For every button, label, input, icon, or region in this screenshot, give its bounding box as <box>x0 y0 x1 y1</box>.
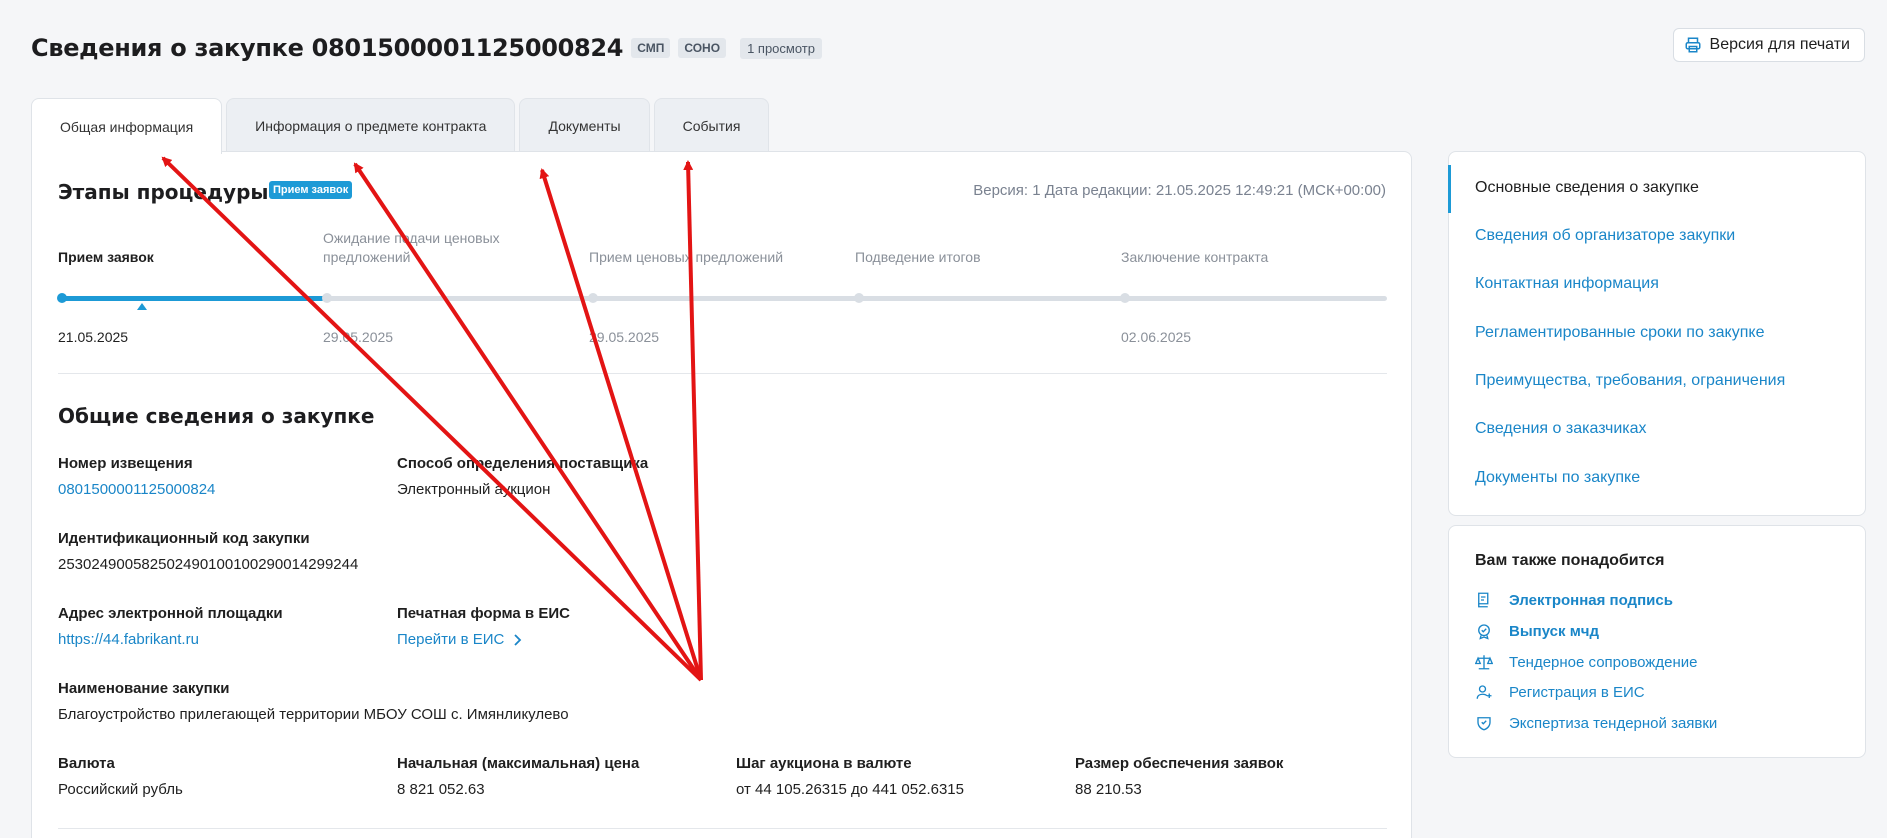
section-divider <box>58 373 1387 374</box>
stage-dot <box>57 293 67 303</box>
current-stage-pointer <box>137 303 147 310</box>
application-security-field: Размер обеспечения заявок 88 210.53 <box>1075 755 1283 798</box>
nav-item-documents[interactable]: Документы по закупке <box>1475 469 1640 487</box>
nav-item-contacts[interactable]: Контактная информация <box>1475 275 1659 293</box>
also-needed-title: Вам также понадобится <box>1475 552 1665 569</box>
current-stage-badge: Прием заявок <box>269 181 353 199</box>
stage-name: Прием ценовых предложений <box>589 249 784 265</box>
link-eis-registration[interactable]: Регистрация в ЕИС <box>1475 683 1645 701</box>
stage-name: Ожидание подачи ценовых предложений <box>323 230 500 265</box>
go-to-eis-label: Перейти в ЕИС <box>397 631 505 648</box>
stage-date: 02.06.2025 <box>1121 329 1192 345</box>
ikz-value: 253024900582502490100100290014299244 <box>58 556 359 573</box>
link-electronic-signature[interactable]: Электронная подпись <box>1475 591 1673 609</box>
nav-item-main-info[interactable]: Основные сведения о закупке <box>1475 179 1699 197</box>
stage-date: 21.05.2025 <box>58 329 129 345</box>
ikz-field: Идентификационный код закупки 2530249005… <box>58 530 358 573</box>
link-tender-support[interactable]: Тендерное сопровождение <box>1475 653 1697 671</box>
version-info: Версия: 1 Дата редакции: 21.05.2025 12:4… <box>973 182 1386 199</box>
tab-documents[interactable]: Документы <box>519 98 650 152</box>
shield-icon <box>1477 717 1491 731</box>
general-info-title: Общие сведения о закупке <box>58 404 375 428</box>
smp-badge: СМП <box>631 38 671 58</box>
auction-step-label: Шаг аукциона в валюте <box>736 755 912 772</box>
scales-icon <box>1475 655 1493 670</box>
procurement-method-value: Электронный аукцион <box>397 481 551 498</box>
badge-check-icon <box>1478 624 1490 640</box>
nav-item-deadlines[interactable]: Регламентированные сроки по закупке <box>1475 324 1764 342</box>
tab-bar: Общая информация Информация о предмете к… <box>31 98 770 154</box>
timeline-progress <box>58 296 324 301</box>
print-form-field: Печатная форма в ЕИС Перейти в ЕИС <box>397 605 570 648</box>
link-label: Тендерное сопровождение <box>1509 653 1698 671</box>
platform-address-label: Адрес электронной площадки <box>58 605 283 622</box>
procurement-name-label: Наименование закупки <box>58 680 230 697</box>
initial-price-field: Начальная (максимальная) цена 8 821 052.… <box>397 755 639 798</box>
nav-item-organizer[interactable]: Сведения об организаторе закупки <box>1475 227 1735 245</box>
main-content-card: Этапы процедуры Прием заявок Версия: 1 Д… <box>31 151 1412 838</box>
tab-contract-subject[interactable]: Информация о предмете контракта <box>226 98 516 152</box>
tab-events[interactable]: События <box>653 98 770 152</box>
printer-icon <box>1685 37 1701 53</box>
link-application-expertise[interactable]: Экспертиза тендерной заявки <box>1475 714 1717 732</box>
currency-field: Валюта Российский рубль <box>58 755 183 798</box>
procurement-method-field: Способ определения поставщика Электронны… <box>397 455 648 498</box>
section-navigation: Основные сведения о закупке Сведения об … <box>1448 151 1866 516</box>
user-plus-icon <box>1476 685 1492 699</box>
procurement-name-field: Наименование закупки Благоустройство при… <box>58 680 569 723</box>
currency-label: Валюта <box>58 755 115 772</box>
stage-dot <box>588 293 598 303</box>
chevron-right-icon <box>514 633 522 646</box>
link-label: Выпуск мчд <box>1509 622 1600 640</box>
link-label: Регистрация в ЕИС <box>1509 683 1645 701</box>
nav-item-requirements[interactable]: Преимущества, требования, ограничения <box>1475 372 1785 390</box>
stage-name: Прием заявок <box>58 249 154 265</box>
auction-step-value: от 44 105.26315 до 441 052.6315 <box>736 781 964 798</box>
stages-timeline <box>58 296 1387 301</box>
ikz-label: Идентификационный код закупки <box>58 530 310 547</box>
application-security-value: 88 210.53 <box>1075 781 1142 798</box>
notice-number-link[interactable]: 0801500001125000824 <box>58 481 215 498</box>
sono-badge: СОНО <box>678 38 727 58</box>
stage-dot <box>322 293 332 303</box>
page-header: Сведения о закупке 0801500001125000824 С… <box>31 28 1865 68</box>
stage-name: Подведение итогов <box>855 249 981 265</box>
platform-address-field: Адрес электронной площадки https://44.fa… <box>58 605 283 648</box>
initial-price-label: Начальная (максимальная) цена <box>397 755 640 772</box>
currency-value: Российский рубль <box>58 781 183 798</box>
notice-number-label: Номер извещения <box>58 455 193 472</box>
link-label: Экспертиза тендерной заявки <box>1509 714 1718 732</box>
link-mchd[interactable]: Выпуск мчд <box>1475 622 1599 640</box>
auction-step-field: Шаг аукциона в валюте от 44 105.26315 до… <box>736 755 964 798</box>
procurement-name-value: Благоустройство прилегающей территории М… <box>58 706 569 723</box>
platform-address-link[interactable]: https://44.fabrikant.ru <box>58 631 283 648</box>
views-count: 1 просмотр <box>740 37 822 59</box>
active-nav-indicator <box>1448 165 1451 213</box>
print-form-label: Печатная форма в ЕИС <box>397 605 570 622</box>
notice-number-field: Номер извещения 0801500001125000824 <box>58 455 215 498</box>
stage-dot <box>854 293 864 303</box>
application-security-label: Размер обеспечения заявок <box>1075 755 1284 772</box>
nav-item-customers[interactable]: Сведения о заказчиках <box>1475 420 1647 438</box>
link-label: Электронная подпись <box>1509 591 1673 609</box>
print-version-label: Версия для печати <box>1709 36 1850 53</box>
go-to-eis-link[interactable]: Перейти в ЕИС <box>397 631 570 648</box>
stage-date: 29.05.2025 <box>589 329 660 345</box>
certificate-icon <box>1478 592 1489 608</box>
stages-title: Этапы процедуры <box>58 180 269 204</box>
stage-date: 29.05.2025 <box>323 329 394 345</box>
print-version-button[interactable]: Версия для печати <box>1672 28 1865 62</box>
tab-general-info[interactable]: Общая информация <box>31 98 223 154</box>
also-needed-panel: Вам также понадобится Электронная подпис… <box>1448 525 1866 758</box>
stage-name: Заключение контракта <box>1121 249 1269 265</box>
section-divider <box>58 828 1387 829</box>
initial-price-value: 8 821 052.63 <box>397 781 485 798</box>
page-title: Сведения о закупке 0801500001125000824 <box>31 34 624 62</box>
stage-dot <box>1120 293 1130 303</box>
procurement-method-label: Способ определения поставщика <box>397 455 649 472</box>
